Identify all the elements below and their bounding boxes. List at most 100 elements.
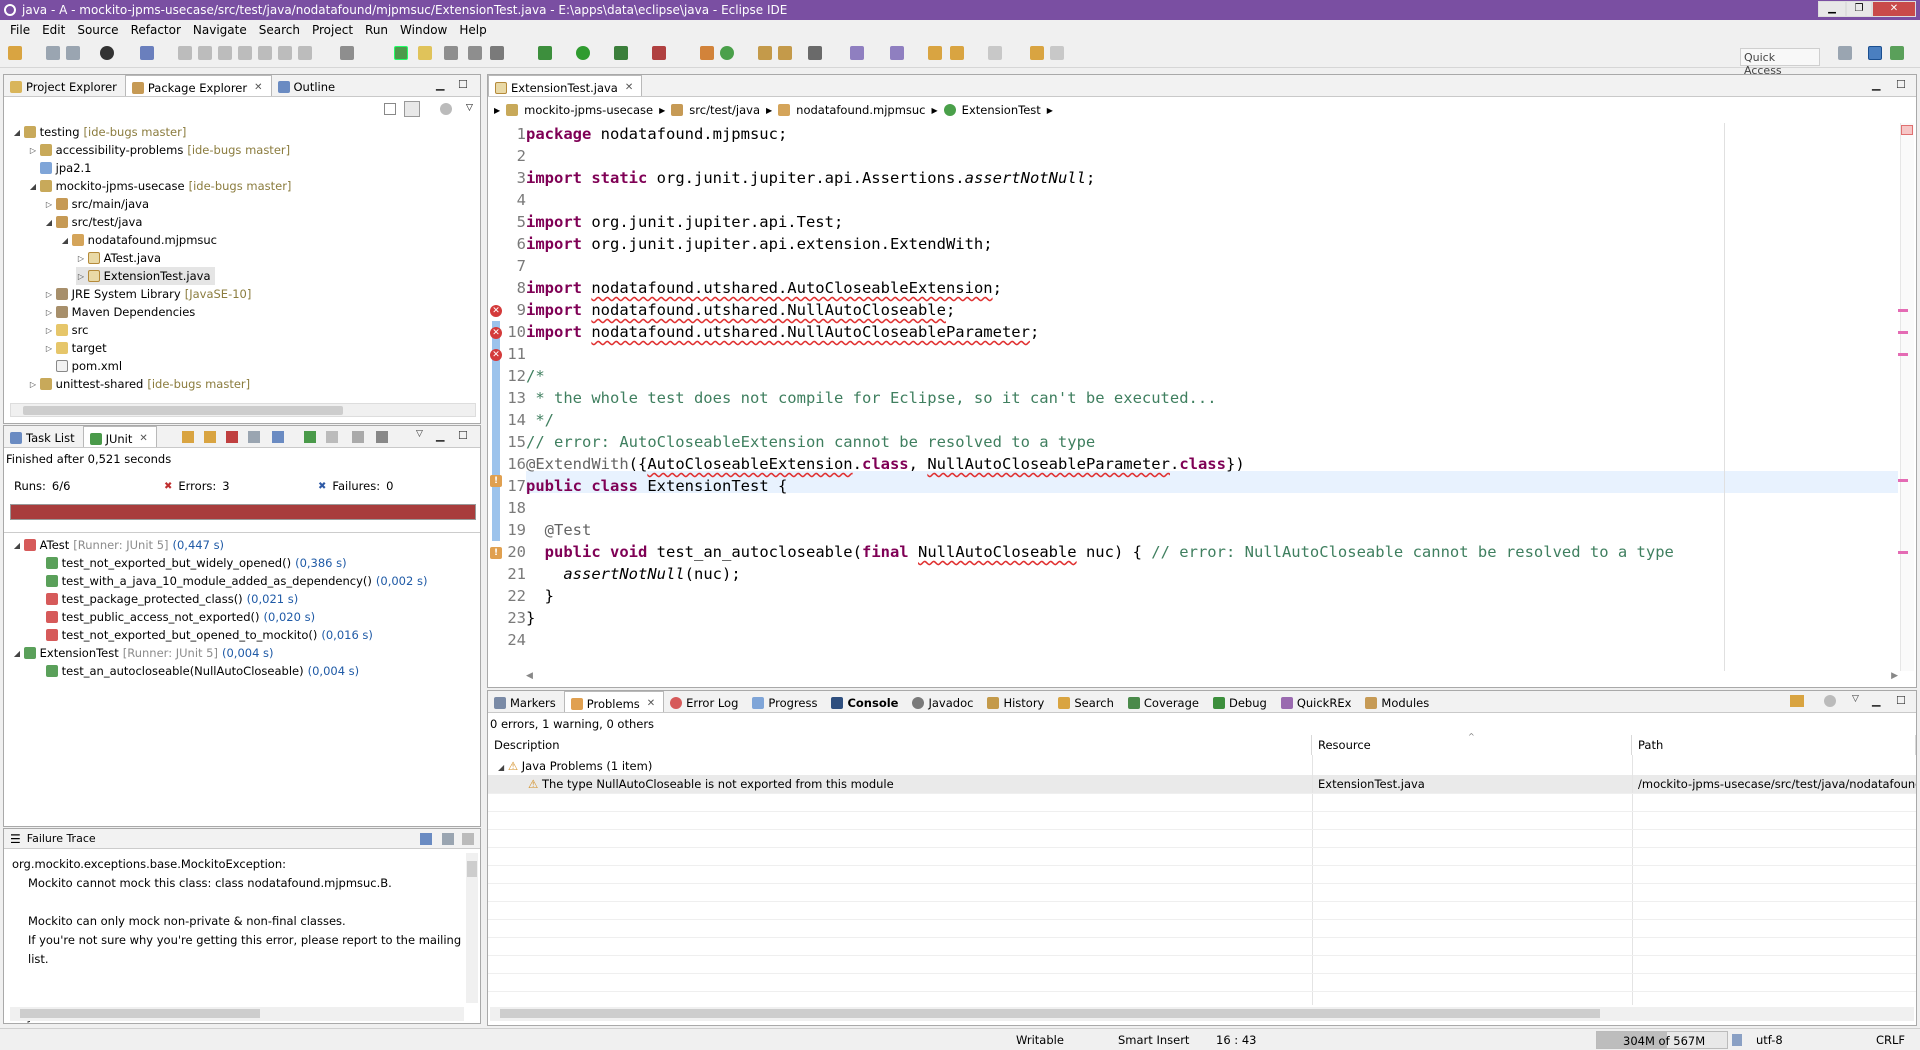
code-line[interactable]: import org.junit.jupiter.api.extension.E… — [526, 233, 993, 255]
horizontal-scrollbar[interactable] — [10, 403, 476, 417]
scrollbar-thumb[interactable] — [20, 1009, 260, 1018]
breadcrumb-item[interactable]: nodatafound.mjpmsuc — [796, 103, 925, 117]
menu-refactor[interactable]: Refactor — [125, 23, 187, 37]
copy-trace-icon[interactable] — [462, 833, 474, 845]
coverage-icon[interactable] — [614, 46, 628, 60]
error-marker-icon[interactable]: ✕ — [490, 305, 502, 317]
rerun-failed-first-icon[interactable] — [326, 431, 338, 443]
next-annotation-icon[interactable] — [850, 46, 864, 60]
toggle-mark-occurrences-icon[interactable] — [340, 46, 354, 60]
tree-item-atest[interactable]: ▷ ATest.java — [76, 249, 161, 267]
new-java-project-icon[interactable] — [700, 46, 714, 60]
link-with-editor-icon[interactable] — [404, 101, 420, 117]
minimize-view-icon[interactable]: ▁ — [1872, 694, 1880, 707]
maximize-view-icon[interactable]: ☐ — [1896, 694, 1906, 707]
tree-item-unittest-shared[interactable]: ▷ unittest-shared [ide-bugs master] — [28, 375, 250, 393]
expand-icon[interactable]: ◢ — [60, 236, 70, 245]
menu-edit[interactable]: Edit — [36, 23, 71, 37]
tab-project-explorer[interactable]: Project Explorer — [4, 75, 125, 96]
collapse-icon[interactable]: ▷ — [76, 272, 86, 281]
editor-text-area[interactable]: ✕ ✕ ✕ ! ! 1 2 3 4 5 6 7 8 9 10 11 12 13 … — [488, 123, 1898, 671]
minimize-editor-icon[interactable]: ▁ — [1872, 78, 1880, 91]
focus-on-active-task-icon[interactable] — [1790, 695, 1804, 707]
collapse-icon[interactable]: ▷ — [44, 326, 54, 335]
pin-editor-disabled-icon[interactable] — [1050, 46, 1064, 60]
tab-progress[interactable]: Progress — [746, 691, 825, 712]
tab-search[interactable]: Search — [1052, 691, 1122, 712]
tree-item-extensiontest[interactable]: ▷ ExtensionTest.java — [76, 267, 215, 285]
overview-ruler[interactable] — [1898, 123, 1914, 671]
tab-junit[interactable]: JUnit ✕ — [82, 426, 157, 447]
tab-task-list[interactable]: Task List — [4, 426, 83, 447]
word-wrap-icon[interactable] — [418, 46, 432, 60]
expand-icon[interactable]: ◢ — [28, 182, 38, 191]
scrollbar-thumb[interactable] — [467, 861, 477, 877]
expand-icon[interactable]: ◢ — [12, 541, 22, 550]
junit-suite-atest[interactable]: ◢ ATest [Runner: JUnit 5] (0,447 s) — [12, 536, 224, 554]
code-line[interactable]: assertNotNull(nuc); — [526, 563, 740, 585]
tab-quickrex[interactable]: QuickREx — [1275, 691, 1360, 712]
test-run-history-icon[interactable] — [376, 431, 388, 443]
code-line[interactable]: import static org.junit.jupiter.api.Asse… — [526, 167, 1095, 189]
scrollbar-thumb[interactable] — [23, 406, 343, 415]
rerun-test-icon[interactable] — [304, 431, 316, 443]
breadcrumb-item[interactable]: src/test/java — [689, 103, 760, 117]
view-menu-icon[interactable]: ▽ — [416, 429, 423, 439]
problem-description[interactable]: ⚠ The type NullAutoCloseable is not expo… — [522, 775, 1302, 793]
paragraph-icon[interactable] — [468, 46, 482, 60]
close-icon[interactable]: ✕ — [139, 433, 147, 444]
collapse-icon[interactable]: ▷ — [44, 344, 54, 353]
junit-test-row[interactable]: test_an_autocloseable(NullAutoCloseable)… — [46, 662, 359, 680]
view-menu-icon[interactable]: ▽ — [466, 103, 473, 113]
tree-item-target[interactable]: ▷ target — [44, 339, 107, 357]
show-failures-only-icon[interactable] — [226, 431, 238, 443]
breadcrumb-item[interactable]: ExtensionTest — [962, 103, 1041, 117]
error-marker-icon[interactable]: ✕ — [490, 327, 502, 339]
run-icon[interactable] — [576, 46, 590, 60]
scroll-lock-icon[interactable] — [248, 431, 260, 443]
terminate-icon[interactable] — [218, 46, 232, 60]
horizontal-scrollbar[interactable] — [490, 1007, 1914, 1021]
maximize-view-icon[interactable]: ☐ — [458, 429, 468, 442]
collapse-icon[interactable]: ▷ — [44, 200, 54, 209]
step-over-icon[interactable] — [278, 46, 292, 60]
step-return-icon[interactable] — [298, 46, 312, 60]
view-menu-icon[interactable]: ▽ — [1852, 694, 1859, 704]
close-icon[interactable]: ✕ — [254, 82, 262, 93]
expand-icon[interactable]: ◢ — [44, 218, 54, 227]
pin-editor-icon[interactable] — [1030, 46, 1044, 60]
menu-project[interactable]: Project — [306, 23, 359, 37]
suspend-icon[interactable] — [198, 46, 212, 60]
configure-contents-icon[interactable] — [1824, 695, 1836, 707]
skip-breakpoints-icon[interactable] — [140, 46, 154, 60]
heap-status[interactable]: 304M of 567M — [1596, 1031, 1728, 1049]
code-line[interactable]: * the whole test does not compile for Ec… — [526, 387, 1216, 409]
previous-failure-icon[interactable] — [204, 431, 216, 443]
menu-file[interactable]: File — [4, 23, 36, 37]
show-whitespace-icon[interactable] — [444, 46, 458, 60]
tree-item-jpa[interactable]: jpa2.1 — [28, 159, 92, 177]
open-perspective-icon[interactable] — [1838, 46, 1852, 60]
tab-javadoc[interactable]: Javadoc — [906, 691, 981, 712]
tree-item-src-test-java[interactable]: ◢ src/test/java — [44, 213, 142, 231]
disconnect-icon[interactable] — [238, 46, 252, 60]
debug-perspective-icon[interactable] — [1890, 46, 1904, 60]
layout-icon[interactable] — [272, 431, 284, 443]
pilcrow-icon[interactable] — [490, 46, 504, 60]
close-icon[interactable]: ✕ — [647, 698, 655, 709]
maximize-editor-icon[interactable]: ☐ — [1896, 78, 1906, 91]
error-overview-icon[interactable] — [1901, 125, 1913, 135]
collapse-icon[interactable]: ▷ — [28, 146, 38, 155]
junit-test-row[interactable]: test_with_a_java_10_module_added_as_depe… — [46, 572, 427, 590]
previous-annotation-icon[interactable] — [890, 46, 904, 60]
junit-suite-extensiontest[interactable]: ◢ ExtensionTest [Runner: JUnit 5] (0,004 s… — [12, 644, 274, 662]
code-line[interactable]: @Test — [526, 519, 592, 541]
save-all-icon[interactable] — [66, 46, 80, 60]
tree-item-pom[interactable]: pom.xml — [44, 357, 122, 375]
collapse-icon[interactable]: ▷ — [28, 380, 38, 389]
overview-mark[interactable] — [1898, 551, 1908, 554]
tree-item-src[interactable]: ▷ src — [44, 321, 89, 339]
minimize-view-icon[interactable]: ▁ — [436, 78, 444, 91]
breadcrumb-item[interactable]: mockito-jpms-usecase — [524, 103, 653, 117]
step-into-icon[interactable] — [258, 46, 272, 60]
